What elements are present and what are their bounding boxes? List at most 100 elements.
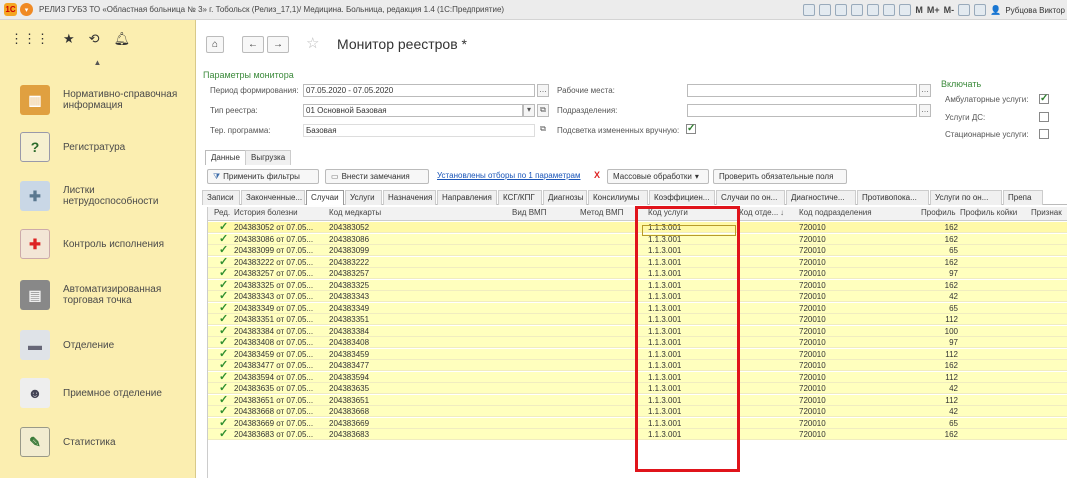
registry-type-open-button[interactable]: ⧉ xyxy=(537,104,549,117)
app-logo-icon[interactable]: 1С xyxy=(4,3,17,16)
cell-dept-code[interactable]: 720010 xyxy=(799,360,826,371)
tab-contraindications[interactable]: Противопока... xyxy=(857,190,929,205)
cell-dept-code[interactable]: 720010 xyxy=(799,280,826,291)
table-row[interactable]: ✓ 204383343 от 07.05... 204383343 1.1.3.001… xyxy=(208,290,1067,302)
cell-service-code[interactable]: 1.1.3.001 xyxy=(648,349,681,360)
period-field[interactable]: 07.05.2020 - 07.05.2020 xyxy=(303,84,535,97)
cell-history[interactable]: 204383222 от 07.05... xyxy=(234,257,313,268)
sidebar-item-control[interactable]: ✚ Контроль исполнения xyxy=(0,224,195,264)
col-dept-code[interactable]: Код подразделения xyxy=(799,208,872,217)
cell-profile[interactable]: 162 xyxy=(908,429,958,440)
cell-service-code[interactable]: 1.1.3.001 xyxy=(648,303,681,314)
col-service-code[interactable]: Код услуги xyxy=(648,208,688,217)
cell-service-code[interactable]: 1.1.3.001 xyxy=(648,291,681,302)
cell-dept-code[interactable]: 720010 xyxy=(799,222,826,233)
memory-plus-button[interactable]: M+ xyxy=(927,5,940,15)
cell-medcard[interactable]: 204383351 xyxy=(329,314,369,325)
cell-profile[interactable]: 112 xyxy=(908,395,958,406)
tab-diagnoses[interactable]: Диагнозы xyxy=(543,190,587,205)
program-field[interactable]: Базовая xyxy=(303,124,535,137)
cell-history[interactable]: 204383099 от 07.05... xyxy=(234,245,313,256)
links-icon[interactable] xyxy=(851,4,864,16)
favorites-star-icon[interactable]: ★ xyxy=(63,31,75,47)
table-row[interactable]: ✓ 204383052 от 07.05... 204383052 1.1.3.001… xyxy=(208,221,1067,233)
cell-dept-code[interactable]: 720010 xyxy=(799,337,826,348)
cell-medcard[interactable]: 204383222 xyxy=(329,257,369,268)
col-medcard[interactable]: Код медкарты xyxy=(329,208,381,217)
cell-service-code[interactable]: 1.1.3.001 xyxy=(648,372,681,383)
cell-profile[interactable]: 42 xyxy=(908,291,958,302)
tab-onco-services[interactable]: Услуги по он... xyxy=(930,190,1002,205)
tab-appointments[interactable]: Назначения xyxy=(383,190,436,205)
tab-drugs[interactable]: Препа xyxy=(1003,190,1043,205)
cell-profile[interactable]: 42 xyxy=(908,406,958,417)
cell-history[interactable]: 204383459 от 07.05... xyxy=(234,349,313,360)
cell-service-code[interactable]: 1.1.3.001 xyxy=(648,314,681,325)
cell-dept-code[interactable]: 720010 xyxy=(799,395,826,406)
cell-service-code[interactable]: 1.1.3.001 xyxy=(648,418,681,429)
history-icon[interactable]: ⟲ xyxy=(89,31,100,47)
cell-medcard[interactable]: 204383384 xyxy=(329,326,369,337)
sidebar-item-admission[interactable]: ☻ Приемное отделение xyxy=(0,373,195,413)
cell-medcard[interactable]: 204383669 xyxy=(329,418,369,429)
cell-profile[interactable]: 97 xyxy=(908,337,958,348)
cell-dept-code[interactable]: 720010 xyxy=(799,234,826,245)
cell-history[interactable]: 204383669 от 07.05... xyxy=(234,418,313,429)
cell-dept-code[interactable]: 720010 xyxy=(799,349,826,360)
tab-finished[interactable]: Законченные... xyxy=(241,190,305,205)
cell-service-code[interactable]: 1.1.3.001 xyxy=(648,337,681,348)
tab-councils[interactable]: Консилиумы xyxy=(588,190,648,205)
col-bed-profile[interactable]: Профиль койки xyxy=(960,208,1017,217)
cell-medcard[interactable]: 204383683 xyxy=(329,429,369,440)
cell-history[interactable]: 204383343 от 07.05... xyxy=(234,291,313,302)
departments-select-button[interactable]: … xyxy=(919,104,931,117)
ds-checkbox[interactable] xyxy=(1039,112,1049,122)
workplaces-field[interactable] xyxy=(687,84,917,97)
table-row[interactable]: ✓ 204383669 от 07.05... 204383669 1.1.3.001… xyxy=(208,417,1067,429)
user-name[interactable]: Рубцова Виктор xyxy=(1005,6,1065,15)
table-row[interactable]: ✓ 204383651 от 07.05... 204383651 1.1.3.001… xyxy=(208,394,1067,406)
tab-ksg[interactable]: КСГ/КПГ xyxy=(498,190,542,205)
cell-service-code[interactable]: 1.1.3.001 xyxy=(648,395,681,406)
cell-service-code[interactable]: 1.1.3.001 xyxy=(648,245,681,256)
cell-profile[interactable]: 112 xyxy=(908,372,958,383)
cell-dept-code[interactable]: 720010 xyxy=(799,268,826,279)
col-sign[interactable]: Признак xyxy=(1031,208,1062,217)
table-row[interactable]: ✓ 204383325 от 07.05... 204383325 1.1.3.001… xyxy=(208,279,1067,291)
cell-profile[interactable]: 112 xyxy=(908,314,958,325)
tab-coefficients[interactable]: Коэффициен... xyxy=(649,190,715,205)
cell-medcard[interactable]: 204383257 xyxy=(329,268,369,279)
cell-history[interactable]: 204383384 от 07.05... xyxy=(234,326,313,337)
cell-dept-code[interactable]: 720010 xyxy=(799,372,826,383)
outpatient-checkbox[interactable]: ✓ xyxy=(1039,94,1049,104)
cell-dept-code[interactable]: 720010 xyxy=(799,418,826,429)
cell-history[interactable]: 204383351 от 07.05... xyxy=(234,314,313,325)
sidebar-item-department[interactable]: ▬ Отделение xyxy=(0,325,195,365)
table-row[interactable]: ✓ 204383683 от 07.05... 204383683 1.1.3.001… xyxy=(208,428,1067,440)
cell-profile[interactable]: 65 xyxy=(908,303,958,314)
workplaces-select-button[interactable]: … xyxy=(919,84,931,97)
cell-service-code[interactable]: 1.1.3.001 xyxy=(648,360,681,371)
sidebar-item-statistics[interactable]: ✎ Статистика xyxy=(0,422,195,462)
cell-profile[interactable]: 162 xyxy=(908,280,958,291)
table-row[interactable]: ✓ 204383349 от 07.05... 204383349 1.1.3.001… xyxy=(208,302,1067,314)
col-red[interactable]: Ред. xyxy=(214,208,230,217)
calendar-icon[interactable] xyxy=(899,4,912,16)
cell-dept-code[interactable]: 720010 xyxy=(799,291,826,302)
cell-profile[interactable]: 97 xyxy=(908,268,958,279)
col-dept-code-short[interactable]: Код отде... xyxy=(739,208,778,217)
cell-medcard[interactable]: 204383086 xyxy=(329,234,369,245)
departments-field[interactable] xyxy=(687,104,917,117)
table-row[interactable]: ✓ 204383459 от 07.05... 204383459 1.1.3.001… xyxy=(208,348,1067,360)
cell-profile[interactable]: 65 xyxy=(908,418,958,429)
cell-profile[interactable]: 162 xyxy=(908,257,958,268)
forward-button[interactable]: → xyxy=(267,36,289,53)
table-row[interactable]: ✓ 204383384 от 07.05... 204383384 1.1.3.001… xyxy=(208,325,1067,337)
collapse-up-icon[interactable]: ▲ xyxy=(0,58,195,72)
cell-medcard[interactable]: 204383459 xyxy=(329,349,369,360)
cell-medcard[interactable]: 204383594 xyxy=(329,372,369,383)
registry-type-field[interactable]: 01 Основной Базовая xyxy=(303,104,523,117)
table-icon[interactable] xyxy=(883,4,896,16)
cell-dept-code[interactable]: 720010 xyxy=(799,245,826,256)
tab-cases[interactable]: Случаи xyxy=(306,190,344,205)
